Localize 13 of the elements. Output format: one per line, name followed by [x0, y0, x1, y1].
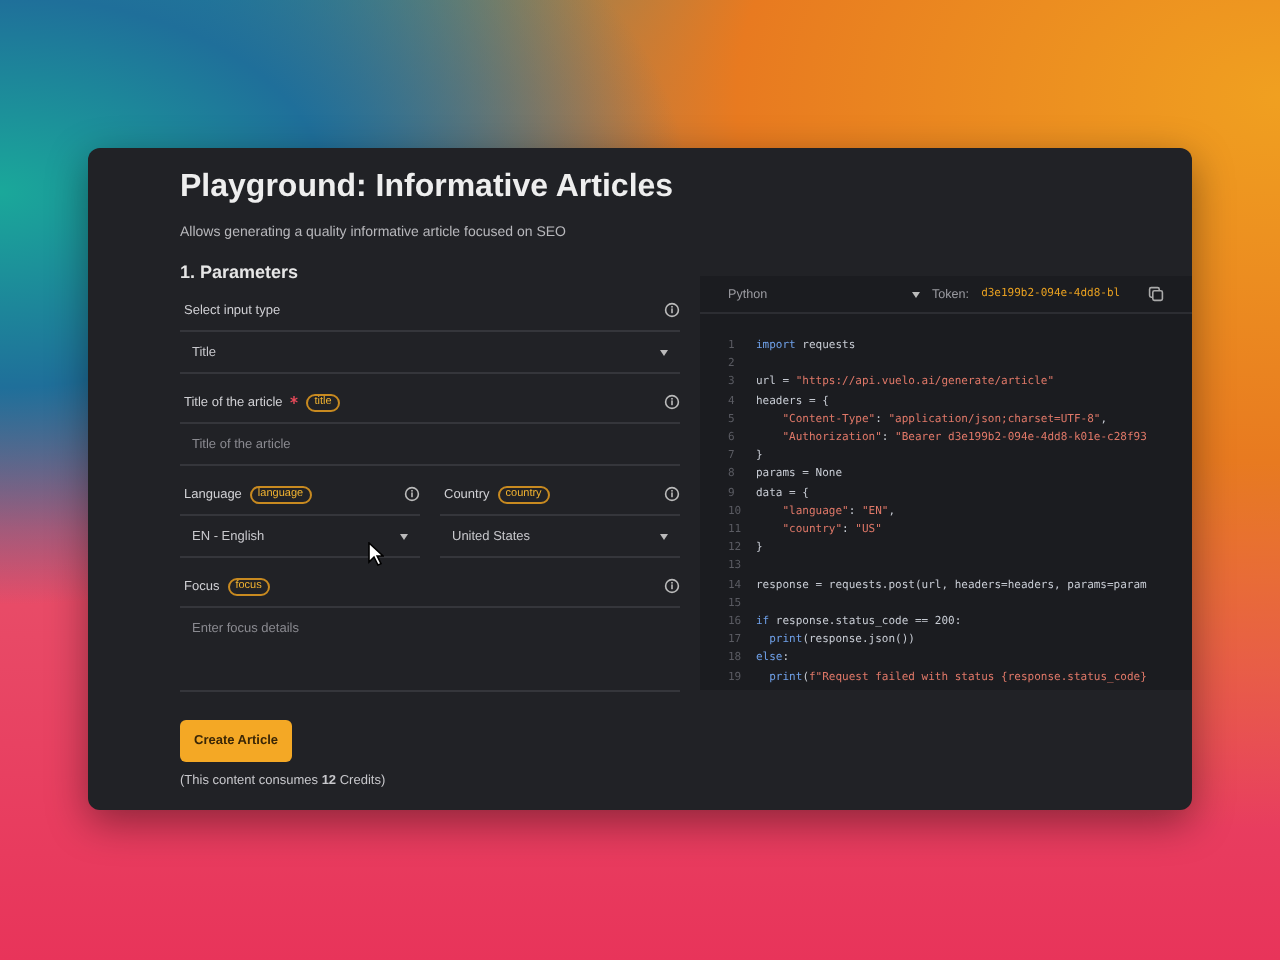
info-icon[interactable]	[664, 486, 680, 502]
caret-icon	[660, 349, 668, 355]
copy-icon[interactable]	[1148, 286, 1164, 302]
page-title: Playground: Informative Articles	[180, 168, 674, 208]
info-icon[interactable]	[664, 578, 680, 594]
mouse-cursor-icon	[368, 542, 384, 566]
info-icon[interactable]	[404, 486, 420, 502]
info-icon[interactable]	[664, 302, 680, 318]
caret-icon	[660, 533, 668, 539]
info-icon[interactable]	[664, 394, 680, 410]
section-heading: 1. Parameters	[180, 262, 301, 282]
caret-icon	[400, 533, 408, 539]
caret-icon	[912, 291, 920, 297]
